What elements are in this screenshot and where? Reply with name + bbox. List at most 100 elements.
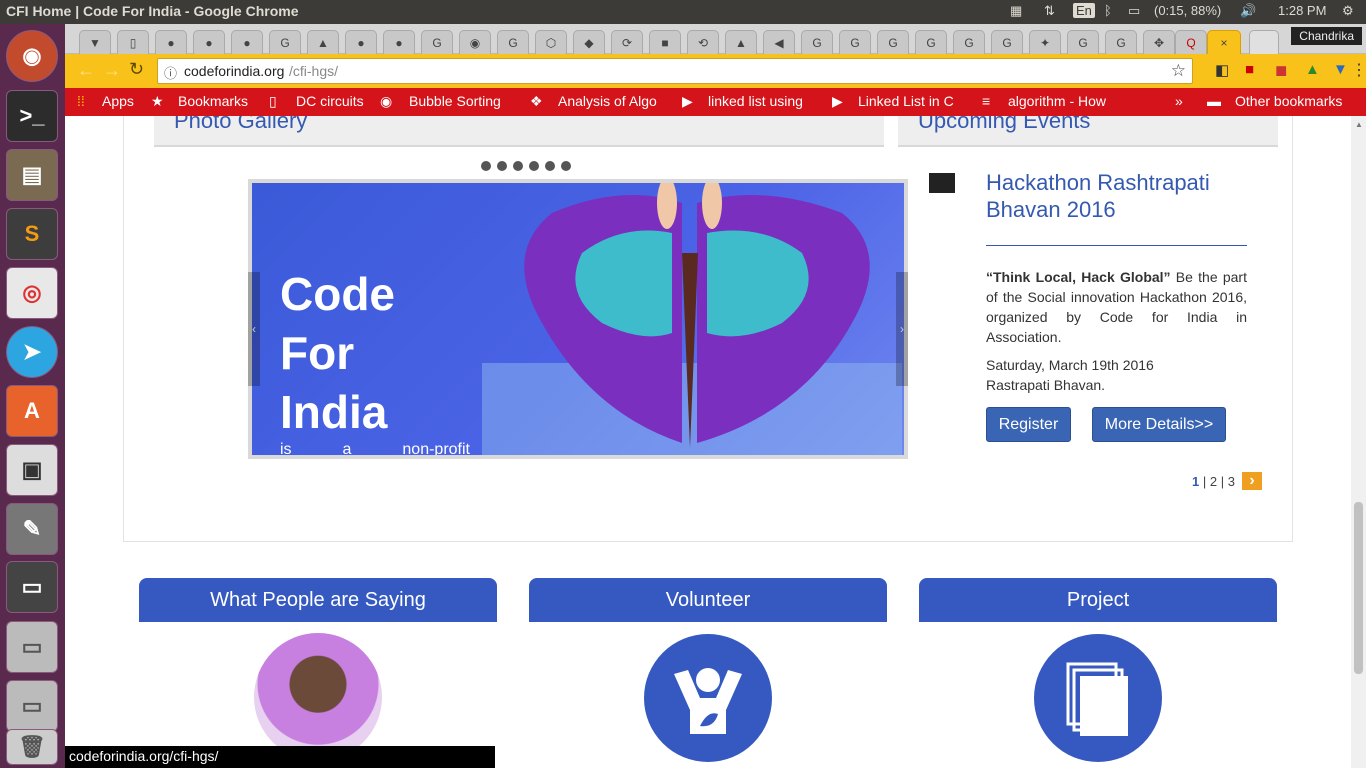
info-icon[interactable]: ⓘ (164, 63, 177, 82)
drive-icon[interactable]: ▭ (6, 621, 58, 673)
tab[interactable]: Q (1175, 30, 1207, 54)
other-bookmarks[interactable]: Other bookmarks (1235, 93, 1342, 109)
bookmark-analysis[interactable]: Analysis of Algo (558, 93, 666, 109)
files-icon[interactable]: ▤ (6, 149, 58, 201)
testimonials-card[interactable]: What People are Saying (139, 578, 497, 768)
reload-icon[interactable]: ↻ (129, 59, 144, 80)
bookmark-linked-list-using[interactable]: linked list using (708, 93, 816, 109)
volunteer-icon[interactable] (644, 634, 772, 762)
tab[interactable]: ▯ (117, 30, 149, 54)
carousel-dot[interactable] (561, 161, 571, 171)
carousel-dot[interactable] (513, 161, 523, 171)
tab[interactable]: G (877, 30, 909, 54)
tab[interactable]: ■ (649, 30, 681, 54)
bluetooth-icon[interactable]: ᛒ (1104, 3, 1112, 18)
tab[interactable]: ◀ (763, 30, 795, 54)
scrollbar-thumb[interactable] (1354, 502, 1363, 674)
battery-status[interactable]: (0:15, 88%) (1154, 3, 1221, 18)
extension-icon[interactable]: ▼ (1333, 61, 1348, 78)
new-tab-button[interactable] (1249, 30, 1279, 54)
project-icon[interactable] (1034, 634, 1162, 762)
keyboard-layout[interactable]: En (1073, 3, 1095, 18)
battery-icon[interactable]: ▭ (1128, 3, 1140, 19)
project-card[interactable]: Project (919, 578, 1277, 768)
software-center-icon[interactable]: A (6, 385, 58, 437)
volume-icon[interactable]: 🔊 (1240, 3, 1256, 19)
register-button[interactable]: Register (986, 407, 1071, 442)
back-icon[interactable]: ← (77, 60, 95, 81)
tab[interactable]: ⟲ (687, 30, 719, 54)
terminal-icon[interactable]: >_ (6, 90, 58, 142)
address-bar[interactable]: ⓘ codeforindia.org /cfi-hgs/ ☆ (157, 58, 1193, 84)
tab[interactable]: ● (345, 30, 377, 54)
page-link-1[interactable]: 1 (1192, 474, 1199, 489)
extension-icon[interactable]: ◼ (1275, 61, 1287, 79)
disk-icon[interactable]: ▭ (6, 561, 58, 613)
tab[interactable]: ⟳ (611, 30, 643, 54)
bookmark-star-icon[interactable]: ☆ (1171, 61, 1186, 81)
volunteer-card[interactable]: Volunteer (529, 578, 887, 768)
forward-icon[interactable]: → (103, 60, 121, 81)
page-scrollbar[interactable]: ▲ (1351, 116, 1366, 768)
sublime-icon[interactable]: S (6, 208, 58, 260)
carousel-dot[interactable] (545, 161, 555, 171)
profile-button[interactable]: Chandrika (1291, 27, 1362, 45)
testimonial-avatar[interactable] (254, 633, 382, 761)
tab[interactable]: ▼ (79, 30, 111, 54)
bookmark-apps[interactable]: Apps (102, 93, 134, 109)
clock[interactable]: 1:28 PM (1278, 3, 1326, 18)
event-thumbnail[interactable] (929, 173, 955, 193)
tab-active-close-icon[interactable]: × (1207, 30, 1241, 54)
system-gear-icon[interactable]: ⚙ (1342, 3, 1354, 19)
menu-icon[interactable]: ⋮ (1351, 60, 1366, 80)
carousel-dots[interactable] (478, 158, 574, 176)
tab[interactable]: G (915, 30, 947, 54)
tab[interactable]: ● (231, 30, 263, 54)
bookmark-bookmarks[interactable]: Bookmarks (178, 93, 248, 109)
tab[interactable]: G (1105, 30, 1137, 54)
tab[interactable]: ● (193, 30, 225, 54)
trash-icon[interactable]: 🗑 (6, 729, 58, 765)
bookmark-algorithm[interactable]: algorithm - How (1008, 93, 1112, 109)
page-link-2[interactable]: 2 (1210, 474, 1217, 489)
bookmark-bubble-sorting[interactable]: Bubble Sorting (409, 93, 513, 109)
bookmark-dc-circuits[interactable]: DC circuits (296, 93, 364, 109)
tab[interactable]: G (1067, 30, 1099, 54)
tab[interactable]: ◆ (573, 30, 605, 54)
chrome-icon[interactable]: ◎ (6, 267, 58, 319)
settings-icon[interactable]: ✎ (6, 503, 58, 555)
workspace-icon[interactable]: ▦ (1010, 3, 1022, 19)
tab[interactable]: ● (383, 30, 415, 54)
tab[interactable]: ▲ (725, 30, 757, 54)
carousel-dot[interactable] (497, 161, 507, 171)
next-page-icon[interactable]: › (1242, 472, 1262, 490)
drive-icon[interactable]: ▭ (6, 680, 58, 732)
gallery-slide[interactable]: Code For India is a non-profit (248, 179, 908, 459)
event-title[interactable]: Hackathon Rashtrapati Bhavan 2016 (986, 169, 1246, 223)
extension-icon[interactable]: ■ (1245, 61, 1254, 78)
ubuntu-icon[interactable]: ◉ (6, 30, 58, 82)
tab[interactable]: G (991, 30, 1023, 54)
tab[interactable]: G (421, 30, 453, 54)
extension-icon[interactable]: ◧ (1215, 61, 1229, 79)
camera-icon[interactable]: ▣ (6, 444, 58, 496)
tab[interactable]: ✦ (1029, 30, 1061, 54)
carousel-prev-button[interactable]: ‹ (248, 272, 260, 386)
tab[interactable]: G (839, 30, 871, 54)
tab[interactable]: G (801, 30, 833, 54)
page-link-3[interactable]: 3 (1228, 474, 1235, 489)
telegram-icon[interactable]: ➤ (6, 326, 58, 378)
tab[interactable]: ▲ (307, 30, 339, 54)
tab[interactable]: G (953, 30, 985, 54)
network-icon[interactable]: ⇅ (1044, 3, 1055, 19)
tab[interactable]: ⬡ (535, 30, 567, 54)
tab[interactable]: ◉ (459, 30, 491, 54)
bookmark-linked-list-in-c[interactable]: Linked List in C (858, 93, 962, 109)
tab[interactable]: G (269, 30, 301, 54)
carousel-dot[interactable] (529, 161, 539, 171)
scroll-up-icon[interactable]: ▲ (1355, 120, 1363, 129)
more-details-button[interactable]: More Details>> (1092, 407, 1226, 442)
extension-icon[interactable]: ▲ (1305, 61, 1320, 78)
tab[interactable]: G (497, 30, 529, 54)
bookmarks-overflow[interactable]: » (1175, 93, 1183, 109)
